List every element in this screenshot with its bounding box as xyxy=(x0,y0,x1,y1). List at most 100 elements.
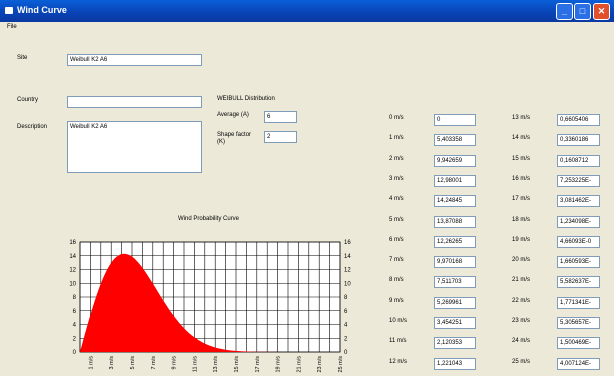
y-tick-label: 14 xyxy=(69,254,76,260)
speed-value-input[interactable]: 7,253225E- xyxy=(557,174,600,187)
y-tick-label-right: 2 xyxy=(344,336,348,342)
x-tick-label: 13 m/s xyxy=(213,356,219,373)
speed-label: 22 m/s xyxy=(512,297,531,304)
y-tick-label-right: 0 xyxy=(344,350,348,356)
close-button[interactable]: ✕ xyxy=(593,3,610,20)
x-tick-label: 11 m/s xyxy=(192,356,198,372)
wind-probability-chart: 0 0 2 2 4 4 6 6 8 8 10 10 12 12 14 14 16 16 1 m/s 3 m/s 5 m/… xyxy=(69,240,351,373)
description-textarea[interactable]: Weibull K2 A6 xyxy=(67,121,202,173)
speed-value-input[interactable]: 4,66093E-0 xyxy=(557,235,600,248)
y-tick-label: 6 xyxy=(73,309,77,315)
x-tick-label: 9 m/s xyxy=(172,356,178,370)
speed-label: 0 m/s xyxy=(389,115,404,121)
speed-label: 3 m/s xyxy=(389,175,404,182)
title-bar[interactable] xyxy=(0,0,614,22)
speed-label: 14 m/s xyxy=(512,135,531,142)
speed-value-input[interactable]: 1,500469E- xyxy=(557,337,600,350)
speed-label: 17 m/s xyxy=(512,196,531,203)
x-tick-label: 1 m/s xyxy=(88,356,94,370)
speed-label: 10 m/s xyxy=(389,318,408,324)
speed-value-input[interactable]: 14,24845 xyxy=(434,195,476,208)
speed-value-input[interactable]: 1,221043 xyxy=(434,357,476,370)
y-tick-label: 0 xyxy=(73,350,77,356)
shape-label: Shape factor xyxy=(217,132,252,138)
speed-value-input[interactable]: 3,081462E- xyxy=(557,195,600,208)
speed-label: 23 m/s xyxy=(512,318,531,324)
speed-label: 19 m/s xyxy=(512,236,531,243)
weibull-heading: WEIBULL Distribution xyxy=(217,96,275,102)
speed-label: 16 m/s xyxy=(512,175,531,182)
maximize-button[interactable]: □ xyxy=(574,3,591,20)
speed-value-input[interactable]: 12,26265 xyxy=(434,235,476,248)
speed-label: 7 m/s xyxy=(389,257,404,264)
speed-value-input[interactable]: 4,007124E- xyxy=(557,357,600,370)
speed-label: 18 m/s xyxy=(512,216,531,223)
average-label: Average (A) xyxy=(217,112,249,118)
menu-file[interactable]: File xyxy=(7,24,17,30)
chart-title: Wind Probability Curve xyxy=(178,216,240,222)
x-tick-label: 25 m/s xyxy=(338,356,344,373)
speed-label: 8 m/s xyxy=(389,277,404,284)
speed-label: 9 m/s xyxy=(389,297,404,304)
speed-label: 20 m/s xyxy=(512,257,531,264)
speed-value-input[interactable]: 1,771341E- xyxy=(557,296,600,309)
speed-label: 25 m/s xyxy=(512,358,531,365)
y-tick-label-right: 14 xyxy=(344,254,351,260)
x-tick-label: 5 m/s xyxy=(130,356,136,370)
speed-label: 6 m/s xyxy=(389,236,404,243)
country-input[interactable] xyxy=(67,96,202,108)
shape-input[interactable]: 2 xyxy=(264,131,297,143)
y-tick-label-right: 10 xyxy=(344,281,351,287)
speed-value-input[interactable]: 0,3360186 xyxy=(557,134,600,147)
window-title: Wind Curve xyxy=(17,5,67,15)
y-tick-label-right: 4 xyxy=(344,323,348,329)
speed-value-input[interactable]: 7,511703 xyxy=(434,276,476,289)
y-tick-label-right: 8 xyxy=(344,295,348,301)
y-tick-label-right: 6 xyxy=(344,309,348,315)
speed-label: 5 m/s xyxy=(389,216,404,223)
menu-bar xyxy=(0,22,614,34)
speed-value-input[interactable]: 5,582637E- xyxy=(557,276,600,289)
y-tick-label: 12 xyxy=(69,268,76,274)
x-tick-label: 23 m/s xyxy=(317,356,323,373)
speed-value-input[interactable]: 2,120353 xyxy=(434,337,476,350)
speed-value-input[interactable]: 5,269961 xyxy=(434,296,476,309)
x-tick-label: 17 m/s xyxy=(255,356,261,373)
y-tick-label-right: 12 xyxy=(344,268,351,274)
x-tick-label: 21 m/s xyxy=(296,356,302,373)
speed-label: 24 m/s xyxy=(512,338,531,345)
y-tick-label: 16 xyxy=(69,240,76,246)
country-label: Country xyxy=(17,97,39,103)
average-input[interactable]: 6 xyxy=(264,111,297,123)
speed-value-input[interactable]: 12,98001 xyxy=(434,174,476,187)
speed-value-input[interactable]: 13,87088 xyxy=(434,215,476,228)
speed-label: 1 m/s xyxy=(389,135,404,142)
y-tick-label: 2 xyxy=(73,336,77,342)
description-label: Description xyxy=(17,124,48,130)
speed-value-input[interactable]: 5,305657E- xyxy=(557,317,600,329)
shape-label-k: (K) xyxy=(217,139,225,145)
x-tick-label: 19 m/s xyxy=(276,356,282,373)
speed-value-input[interactable]: 1,660593E- xyxy=(557,256,600,269)
speed-value-input[interactable]: 9,970168 xyxy=(434,256,476,269)
app-icon xyxy=(5,7,13,14)
speed-label: 4 m/s xyxy=(389,196,404,203)
speed-value-input[interactable]: 5,403358 xyxy=(434,134,476,147)
speed-value-input[interactable]: 0,1608712 xyxy=(557,154,600,167)
x-tick-label: 7 m/s xyxy=(151,356,157,370)
y-tick-label: 10 xyxy=(69,281,76,287)
x-tick-label: 15 m/s xyxy=(234,356,240,373)
minimize-button[interactable]: _ xyxy=(556,3,573,20)
speed-label: 12 m/s xyxy=(389,358,408,365)
x-tick-label: 3 m/s xyxy=(109,356,115,370)
speed-label: 13 m/s xyxy=(512,115,531,121)
speed-value-input[interactable]: 1,234098E- xyxy=(557,215,600,228)
speed-value-input[interactable]: 0 xyxy=(434,114,476,126)
speed-value-input[interactable]: 0,6605406 xyxy=(557,114,600,126)
y-tick-label: 4 xyxy=(73,323,77,329)
site-input[interactable]: Weibull K2 A6 xyxy=(67,54,202,66)
speed-label: 21 m/s xyxy=(512,277,531,284)
speed-value-input[interactable]: 9,942659 xyxy=(434,154,476,167)
speed-value-input[interactable]: 3,454251 xyxy=(434,317,476,329)
y-tick-label-right: 16 xyxy=(344,240,351,246)
